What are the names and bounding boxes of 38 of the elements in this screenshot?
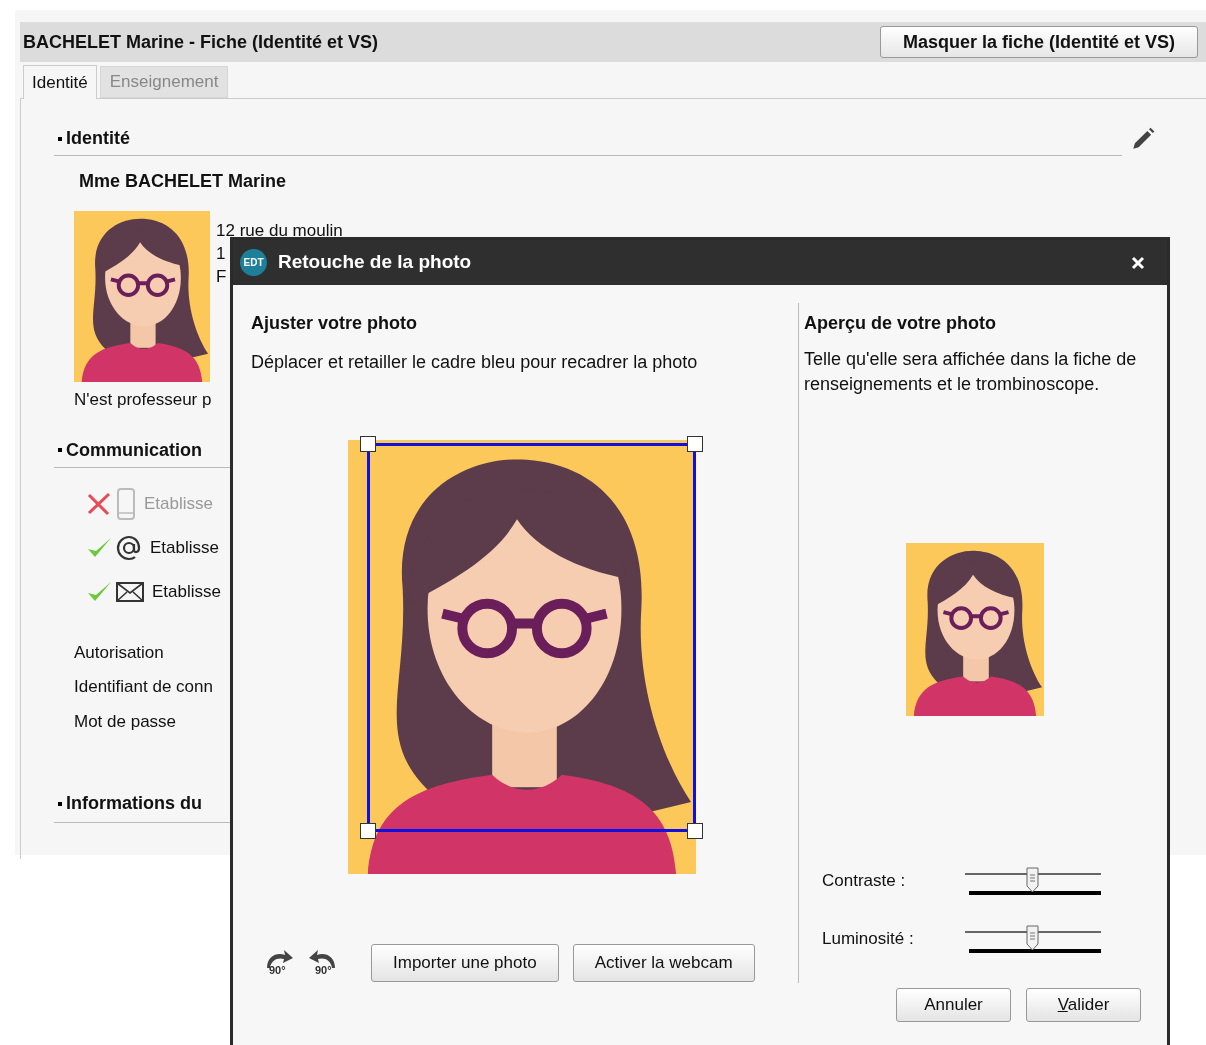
address-line: 1 bbox=[216, 243, 226, 265]
section-heading: Communication bbox=[66, 438, 202, 462]
close-icon[interactable] bbox=[1131, 255, 1145, 270]
panel-heading: Ajuster votre photo bbox=[251, 312, 418, 335]
dialog-button[interactable]: Importer une photo bbox=[371, 944, 559, 982]
slider-thumb[interactable] bbox=[1025, 867, 1039, 893]
address-line: 12 rue du moulin bbox=[216, 220, 343, 242]
contact-label: Etablisse bbox=[144, 492, 213, 515]
pencil-icon[interactable] bbox=[1130, 126, 1156, 152]
slider-label: Luminosité : bbox=[822, 928, 915, 951]
dialog-title: Retouche de la photo bbox=[278, 250, 473, 275]
field-label: Identifiant de conn bbox=[74, 676, 214, 698]
field-label: Mot de passe bbox=[74, 710, 178, 733]
rotate-left-button[interactable]: 90° bbox=[307, 946, 341, 980]
section-heading: Identité bbox=[66, 127, 130, 150]
preview-description: Telle qu'elle sera affichée dans la fiche de renseignements et le trombinoscope. bbox=[804, 348, 1138, 396]
slider-thumb[interactable] bbox=[1025, 925, 1039, 951]
dialog-button[interactable]: Activer la webcam bbox=[572, 944, 755, 982]
dialog-button[interactable]: Annuler bbox=[896, 988, 1011, 1022]
panel-heading: Aperçu de votre photo bbox=[804, 312, 997, 335]
window-title: BACHELET Marine - Fiche (Identité et VS) bbox=[23, 30, 379, 54]
envelope-icon bbox=[116, 581, 144, 602]
phone-icon bbox=[116, 487, 136, 520]
app-logo: EDT bbox=[240, 249, 267, 276]
address-line: F bbox=[216, 266, 227, 288]
contact-label: Etablisse bbox=[152, 580, 221, 603]
tab[interactable]: Identité bbox=[23, 65, 97, 99]
at-sign-icon bbox=[116, 534, 142, 561]
rotate-right-button[interactable]: 90° bbox=[261, 946, 295, 980]
slider-label: Contraste : bbox=[822, 870, 907, 893]
dialog-button[interactable]: Valider bbox=[1026, 988, 1141, 1022]
field-label: Autorisation bbox=[74, 641, 165, 664]
teacher-note: N'est professeur p bbox=[74, 389, 212, 411]
contact-label: Etablisse bbox=[150, 536, 219, 559]
instruction-text: Déplacer et retailler le cadre bleu pour recadrer la photo bbox=[251, 351, 698, 374]
section-heading: Informations du bbox=[66, 792, 202, 815]
person-name: Mme BACHELET Marine bbox=[79, 170, 288, 193]
hide-sheet-button[interactable]: Masquer la fiche (Identité et VS) bbox=[879, 26, 1198, 58]
